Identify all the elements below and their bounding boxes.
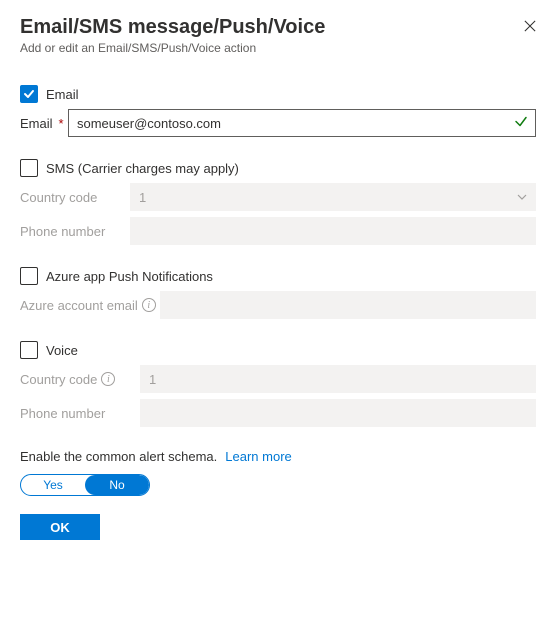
voice-country-label: Country code i [20,372,140,387]
email-section: Email Email* [20,85,536,137]
email-field-label: Email* [20,116,68,131]
info-icon[interactable]: i [101,372,115,386]
sms-phone-label: Phone number [20,224,130,239]
voice-section: Voice Country code i Phone number [20,341,536,427]
toggle-no[interactable]: No [85,475,149,495]
schema-row: Enable the common alert schema. Learn mo… [20,449,536,464]
check-icon [23,88,35,100]
push-section: Azure app Push Notifications Azure accou… [20,267,536,319]
push-field-label: Azure account email i [20,298,160,313]
voice-checkbox[interactable] [20,341,38,359]
voice-phone-input[interactable] [140,399,536,427]
push-checkbox-label: Azure app Push Notifications [46,269,213,284]
panel-title: Email/SMS message/Push/Voice [20,16,536,39]
sms-country-label: Country code [20,190,130,205]
schema-text: Enable the common alert schema. [20,449,217,464]
sms-section: SMS (Carrier charges may apply) Country … [20,159,536,245]
schema-toggle[interactable]: Yes No [20,474,150,496]
voice-country-input[interactable] [140,365,536,393]
voice-checkbox-label: Voice [46,343,78,358]
sms-phone-input[interactable] [130,217,536,245]
chevron-down-icon [517,190,527,205]
learn-more-link[interactable]: Learn more [225,449,291,464]
ok-button[interactable]: OK [20,514,100,540]
email-input[interactable] [68,109,536,137]
panel-subtitle: Add or edit an Email/SMS/Push/Voice acti… [20,41,536,55]
sms-country-select[interactable]: 1 [130,183,536,211]
push-checkbox[interactable] [20,267,38,285]
toggle-yes[interactable]: Yes [21,475,85,495]
email-checkbox-label: Email [46,87,79,102]
required-indicator: * [59,116,64,131]
close-button[interactable] [518,14,542,38]
sms-checkbox-label: SMS (Carrier charges may apply) [46,161,239,176]
info-icon[interactable]: i [142,298,156,312]
close-icon [524,19,536,33]
voice-phone-label: Phone number [20,406,140,421]
push-email-input[interactable] [160,291,536,319]
email-checkbox[interactable] [20,85,38,103]
sms-checkbox[interactable] [20,159,38,177]
